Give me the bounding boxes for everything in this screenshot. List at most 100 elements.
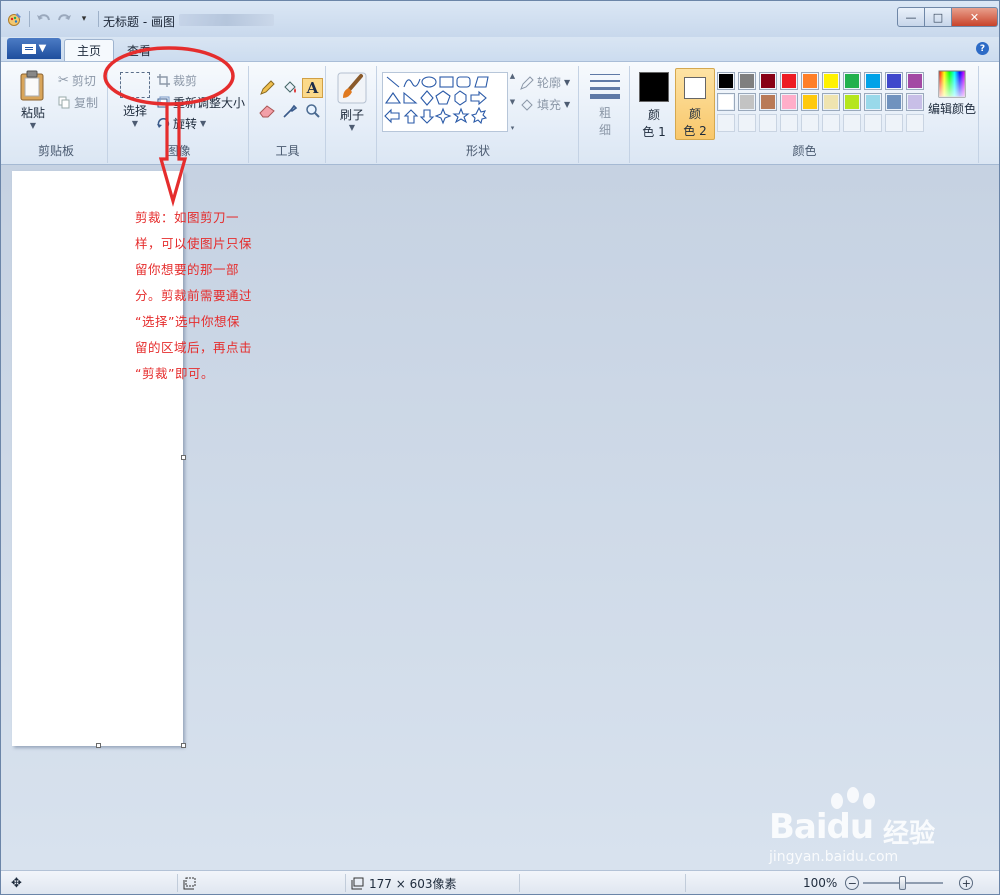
palette-color-swatch[interactable] [801,93,819,111]
palette-color-swatch[interactable] [801,72,819,90]
resize-handle-bottom[interactable] [96,743,101,748]
palette-color-swatch[interactable] [843,93,861,111]
copy-label: 复制 [74,96,99,110]
swatch-fill [887,74,901,88]
palette-color-swatch[interactable] [822,72,840,90]
color2-label-bottom: 色 2 [683,124,707,138]
canvas-size: 177 × 603像素 [351,871,457,895]
undo-icon[interactable] [36,11,52,27]
eraser-icon[interactable] [256,101,277,121]
move-cursor-icon: ✥ [11,875,22,891]
clipboard-icon [20,70,44,101]
blurred-region [179,14,274,26]
color2-button[interactable]: 颜 色 2 [675,68,715,140]
swatch-fill [761,74,775,88]
annotation-line: 分。剪裁前需要通过 [135,288,253,303]
help-icon[interactable]: ? [976,42,989,55]
fill-button[interactable]: 填充 ▼ [520,96,570,113]
palette-color-swatch[interactable] [885,93,903,111]
custom-color-slot[interactable] [843,114,861,132]
rotate-button[interactable]: 旋转 ▼ [157,115,206,132]
resize-icon [157,96,170,108]
fill-bucket-icon[interactable] [279,78,300,98]
palette-color-swatch[interactable] [759,72,777,90]
pencil-icon[interactable] [256,78,277,98]
custom-color-slot[interactable] [822,114,840,132]
swatch-fill [908,95,922,109]
close-button[interactable]: ✕ [952,7,998,27]
palette-color-swatch[interactable] [717,93,735,111]
image-group-label: 图像 [166,144,191,158]
scroll-down-icon[interactable]: ▼ [510,98,515,106]
crop-button[interactable]: 裁剪 [157,72,197,89]
palette-color-swatch[interactable] [843,72,861,90]
zoom-controls: 100% − + [803,871,974,895]
palette-color-swatch[interactable] [738,72,756,90]
custom-color-slot[interactable] [885,114,903,132]
line-width-icon [590,74,620,99]
palette-color-swatch[interactable] [780,72,798,90]
resize-handle-right[interactable] [181,455,186,460]
custom-color-slot[interactable] [801,114,819,132]
custom-color-slot[interactable] [780,114,798,132]
maximize-button[interactable]: □ [925,7,952,27]
color1-label-bottom: 色 1 [642,125,666,139]
gallery-expand-icon[interactable]: ▾ [511,124,515,132]
palette-color-swatch[interactable] [738,93,756,111]
brushes-button[interactable]: 刷子 ▼ [333,72,371,132]
palette-color-swatch[interactable] [864,93,882,111]
shapes-scroll[interactable]: ▲ ▼ ▾ [508,72,517,132]
palette-color-swatch[interactable] [885,72,903,90]
resize-handle-corner[interactable] [181,743,186,748]
redo-icon[interactable] [56,11,72,27]
outline-button[interactable]: 轮廓 ▼ [520,74,570,91]
shapes-gallery[interactable] [382,72,508,132]
custom-color-slot[interactable] [717,114,735,132]
outline-label: 轮廓 [537,76,562,90]
palette-color-swatch[interactable] [906,72,924,90]
tab-view[interactable]: 查看 [115,39,163,61]
palette-color-swatch[interactable] [822,93,840,111]
select-button[interactable]: 选择 ▼ [115,72,155,128]
customize-qat-icon[interactable]: ▾ [76,11,92,27]
copy-button[interactable]: 复制 [58,94,98,111]
palette-color-swatch[interactable] [864,72,882,90]
window-title: 无标题 - 画图 [103,15,175,29]
application-menu-button[interactable]: ▼ [7,38,61,59]
palette-color-swatch[interactable] [759,93,777,111]
cut-label: 剪切 [71,74,96,88]
tab-home[interactable]: 主页 [64,39,115,61]
group-image: 选择 ▼ 裁剪 重新调整大小 旋转 ▼ 图像 [109,66,249,163]
minimize-button[interactable]: — [897,7,925,27]
palette-color-swatch[interactable] [717,72,735,90]
zoom-slider-thumb[interactable] [899,876,907,890]
custom-color-slot[interactable] [738,114,756,132]
scroll-up-icon[interactable]: ▲ [510,72,515,80]
custom-color-slot[interactable] [906,114,924,132]
magnifier-icon[interactable] [302,101,323,121]
palette-color-swatch[interactable] [906,93,924,111]
zoom-out-button[interactable]: − [845,876,860,890]
text-tool-icon[interactable]: A [302,78,323,98]
color1-label-top: 颜 [647,108,660,122]
swatch-fill [845,95,859,109]
color-picker-icon[interactable] [279,101,300,121]
zoom-in-button[interactable]: + [959,876,974,890]
shapes-group-label: 形状 [465,144,490,158]
custom-color-slot[interactable] [759,114,777,132]
custom-color-slot[interactable] [864,114,882,132]
paint-app-icon[interactable] [7,11,23,27]
resize-button[interactable]: 重新调整大小 [157,94,245,111]
palette-color-swatch[interactable] [780,93,798,111]
group-colors: 颜 色 1 颜 色 2 编辑颜色 颜色 [631,66,979,163]
swatch-fill [845,74,859,88]
size-button[interactable]: 粗 细 [586,72,624,138]
swatch-fill [887,95,901,109]
color1-button[interactable]: 颜 色 1 [635,68,673,140]
paste-button[interactable]: 粘贴 ▼ [13,70,53,130]
status-separator [345,874,346,892]
cut-button[interactable]: ✂ 剪切 [58,72,96,89]
edit-colors-button[interactable]: 编辑颜色 [927,70,977,117]
swatch-fill [908,74,922,88]
zoom-slider[interactable] [863,876,944,890]
